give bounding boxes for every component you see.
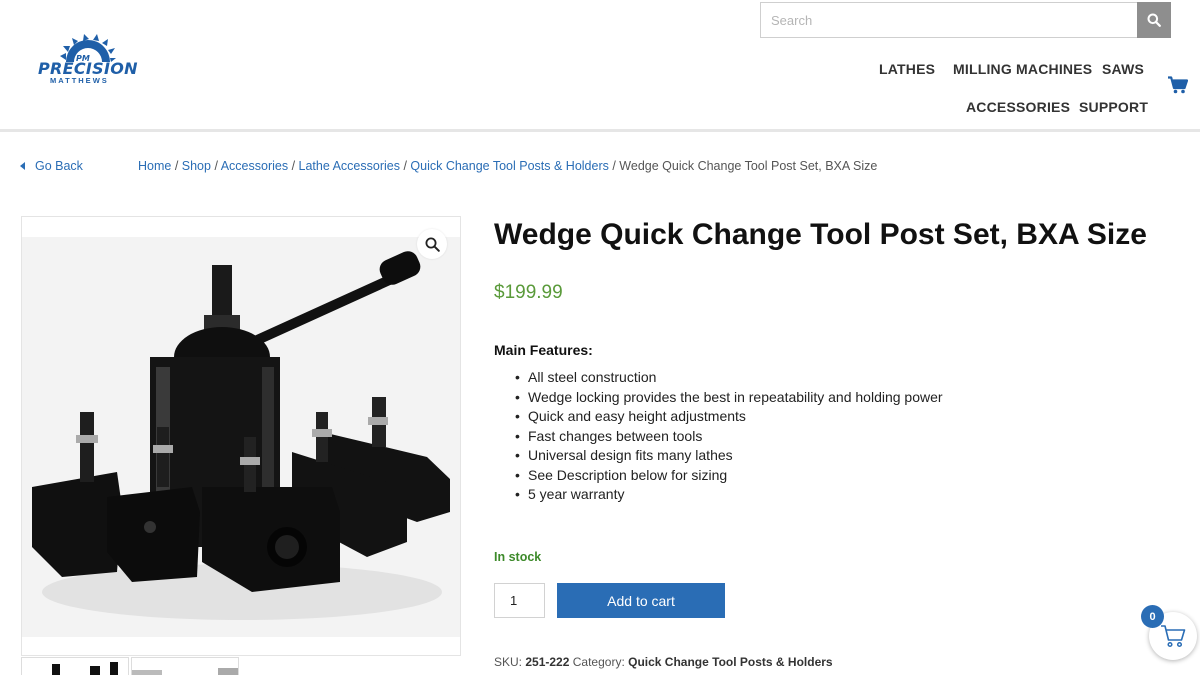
thumbnail-strip (21, 657, 239, 675)
nav-saws[interactable]: SAWS (1102, 61, 1144, 77)
zoom-button[interactable] (417, 229, 447, 259)
feature-item: See Description below for sizing (515, 466, 943, 486)
sku-label: SKU: (494, 655, 523, 669)
cart-count-badge: 0 (1141, 605, 1164, 628)
breadcrumb-lathe-accessories[interactable]: Lathe Accessories (299, 159, 400, 173)
logo[interactable]: PM PRECISION MATTHEWS (36, 34, 138, 86)
product-meta: SKU: 251-222 Category: Quick Change Tool… (494, 655, 833, 669)
search-input[interactable] (760, 2, 1137, 38)
thumbnail-2[interactable] (131, 657, 239, 675)
go-back-link[interactable]: Go Back (20, 159, 83, 173)
feature-item: 5 year warranty (515, 485, 943, 505)
product-title: Wedge Quick Change Tool Post Set, BXA Si… (494, 218, 1147, 251)
breadcrumb-quick-change[interactable]: Quick Change Tool Posts & Holders (410, 159, 608, 173)
quantity-input[interactable] (494, 583, 545, 618)
stock-status: In stock (494, 550, 542, 564)
search-button[interactable] (1137, 2, 1171, 38)
feature-item: All steel construction (515, 368, 943, 388)
sku-value: 251-222 (525, 655, 570, 669)
features-list: All steel construction Wedge locking pro… (515, 368, 943, 505)
nav-lathes[interactable]: LATHES (879, 61, 935, 77)
breadcrumb-current: Wedge Quick Change Tool Post Set, BXA Si… (619, 159, 878, 173)
add-to-cart-button[interactable]: Add to cart (557, 583, 725, 618)
thumbnail-image (52, 662, 118, 675)
product-image[interactable] (21, 216, 461, 656)
caret-left-icon (20, 162, 25, 170)
product-price: $199.99 (494, 282, 563, 303)
cart-icon[interactable] (1168, 76, 1188, 94)
site-header: PM PRECISION MATTHEWS LATHES MILLING MAC… (0, 0, 1200, 132)
thumbnail-image (132, 668, 238, 675)
thumbnail-1[interactable] (21, 657, 129, 675)
feature-item: Fast changes between tools (515, 427, 943, 447)
nav-support[interactable]: SUPPORT (1079, 99, 1148, 115)
tool-post-set-image (22, 237, 460, 637)
go-back-label: Go Back (35, 159, 83, 173)
category-label: Category: (572, 655, 625, 669)
breadcrumb-shop[interactable]: Shop (182, 159, 211, 173)
breadcrumb-accessories[interactable]: Accessories (221, 159, 288, 173)
magnifier-icon (425, 237, 440, 252)
shopping-cart-icon (1161, 625, 1186, 648)
logo-subtitle: MATTHEWS (50, 76, 109, 85)
feature-item: Universal design fits many lathes (515, 446, 943, 466)
breadcrumb: Home / Shop / Accessories / Lathe Access… (138, 159, 878, 173)
nav-accessories[interactable]: ACCESSORIES (966, 99, 1070, 115)
search-bar (760, 2, 1171, 38)
breadcrumb-home[interactable]: Home (138, 159, 171, 173)
features-heading: Main Features: (494, 342, 593, 358)
search-icon (1147, 13, 1161, 27)
feature-item: Quick and easy height adjustments (515, 407, 943, 427)
category-link[interactable]: Quick Change Tool Posts & Holders (628, 655, 832, 669)
nav-milling-machines[interactable]: MILLING MACHINES (953, 61, 1092, 77)
feature-item: Wedge locking provides the best in repea… (515, 388, 943, 408)
